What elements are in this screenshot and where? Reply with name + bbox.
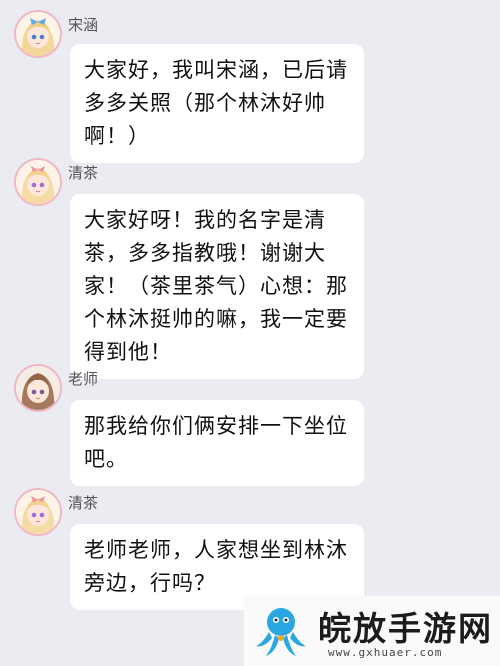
octopus-logo-icon: [250, 600, 312, 662]
sender-name: 清茶: [68, 164, 99, 182]
message-bubble: 大家好，我叫宋涵，已后请多多关照（那个林沐好帅啊！）: [70, 44, 364, 163]
anime-girl-blonde-pink-ribbon-avatar-icon[interactable]: [14, 488, 62, 536]
chat-thread: 宋涵 大家好，我叫宋涵，已后请多多关照（那个林沐好帅啊！） 清茶 大家好呀！我的…: [0, 0, 500, 666]
sender-name: 清茶: [68, 494, 99, 512]
anime-girl-blonde-pink-ribbon-avatar-icon[interactable]: [14, 158, 62, 206]
sender-name: 宋涵: [68, 16, 99, 34]
message-bubble: 大家好呀！我的名字是清茶，多多指教哦！谢谢大家！（茶里茶气）心想：那个林沐挺帅的…: [70, 194, 364, 379]
message-bubble: 那我给你们俩安排一下坐位吧。: [70, 400, 364, 486]
anime-girl-blonde-bow-avatar-icon[interactable]: [14, 10, 62, 58]
site-watermark: 皖放手游网 www.gxhuaer.com: [244, 596, 500, 666]
sender-name: 老师: [68, 370, 99, 388]
anime-girl-brown-hair-avatar-icon[interactable]: [14, 364, 62, 412]
watermark-title: 皖放手游网: [318, 609, 493, 648]
watermark-url: www.gxhuaer.com: [328, 646, 443, 659]
